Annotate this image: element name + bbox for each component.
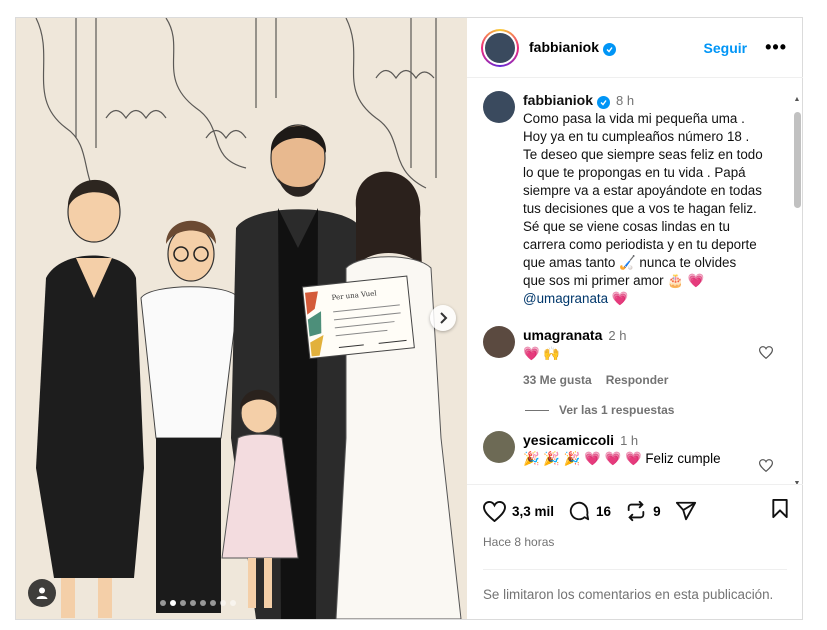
carousel-dot	[160, 600, 166, 606]
share-button[interactable]	[675, 500, 697, 522]
mention-link[interactable]: @umagranata	[523, 291, 608, 306]
post-time-ago[interactable]: Hace 8 horas	[483, 535, 789, 549]
heart-icon	[483, 500, 506, 522]
comments-scrollbar[interactable]: ▲ ▼	[793, 96, 801, 488]
comment-username[interactable]: umagranata	[523, 327, 602, 343]
likes-count[interactable]: 3,3 mil	[512, 504, 554, 519]
caption-line: lo que te propongas en tu vida . Papá	[523, 165, 746, 180]
more-options-button[interactable]: •••	[765, 37, 787, 58]
scroll-up-icon[interactable]: ▲	[793, 96, 801, 104]
heart-icon[interactable]	[759, 346, 773, 359]
caption-line: Como pasa la vida mi pequeña uma .	[523, 111, 745, 126]
family-illustration: Per una Vuel	[16, 18, 467, 619]
carousel-dot	[200, 600, 206, 606]
carousel-dot	[220, 600, 226, 606]
post-sidebar: fabbianiok Seguir ••• fabbianiok 8 h Como…	[467, 18, 803, 619]
header-username-wrap: fabbianiok	[529, 39, 617, 57]
bookmark-icon	[772, 498, 788, 519]
carousel-indicator	[160, 600, 236, 606]
avatar[interactable]	[483, 91, 515, 123]
avatar	[485, 32, 515, 63]
scrollbar-thumb[interactable]	[794, 112, 801, 208]
avatar[interactable]	[483, 326, 515, 358]
carousel-dot	[180, 600, 186, 606]
story-ring[interactable]	[481, 28, 519, 67]
replies-divider	[525, 409, 549, 411]
tagged-users-button[interactable]	[28, 579, 56, 607]
comment-username[interactable]: yesicamiccoli	[523, 432, 614, 448]
comment-likes[interactable]: 33 Me gusta	[523, 373, 592, 387]
reposts-count[interactable]: 9	[653, 504, 661, 519]
save-button[interactable]	[771, 498, 789, 524]
caption-time[interactable]: 8 h	[616, 93, 634, 108]
next-image-button[interactable]	[430, 305, 456, 331]
comment-item: yesicamiccoli 1 h 🎉 🎉 🎉 💗 💗 💗 Feliz cumpl…	[467, 431, 803, 472]
caption-line: Te deseo que siempre seas feliz en todo	[523, 147, 763, 162]
verified-badge-icon	[597, 96, 611, 109]
repost-button[interactable]: 9	[625, 500, 661, 522]
caption-username[interactable]: fabbianiok	[523, 92, 593, 108]
caption-line: carrera como periodista y en tu deporte	[523, 237, 757, 252]
caption-text: Como pasa la vida mi pequeña uma . Hoy ya…	[523, 110, 787, 290]
comment-icon	[569, 501, 590, 521]
caption-line: Sé que se viene cosas lindas en tu	[523, 219, 730, 234]
caption-body: fabbianiok 8 h Como pasa la vida mi peque…	[523, 91, 787, 308]
caption: fabbianiok 8 h Como pasa la vida mi peque…	[467, 79, 803, 308]
comment-text: 💗 🙌	[523, 346, 561, 361]
avatar[interactable]	[483, 431, 515, 463]
view-replies-label: Ver las 1 respuestas	[559, 403, 675, 417]
comment-body: umagranata 2 h 💗 🙌 33 Me gusta Responder	[523, 326, 753, 389]
chevron-right-icon	[440, 312, 448, 324]
reply-button[interactable]: Responder	[606, 373, 669, 387]
view-replies-button[interactable]: Ver las 1 respuestas	[467, 403, 803, 417]
comment-time[interactable]: 1 h	[620, 433, 638, 448]
repost-icon	[627, 500, 645, 522]
heart-icon[interactable]	[759, 459, 773, 472]
caption-line: que amas tanto 🏑 nunca te olvides	[523, 255, 737, 270]
carousel-dot	[230, 600, 236, 606]
carousel-dot	[170, 600, 176, 606]
send-icon	[675, 501, 696, 521]
action-bar: 3,3 mil 16 9 Hace 8 horas	[467, 484, 803, 549]
caption-line: tus decisiones que a vos te hagan feliz.	[523, 201, 757, 216]
comment-button[interactable]: 16	[568, 500, 611, 522]
instagram-post: Per una Vuel fabbianiok Seguir ••• fabbi…	[15, 17, 803, 620]
follow-button[interactable]: Seguir	[704, 40, 748, 56]
caption-line: que sos mi primer amor 🎂 💗	[523, 273, 705, 288]
like-button[interactable]: 3,3 mil	[483, 500, 554, 522]
carousel-dot	[210, 600, 216, 606]
comment-time[interactable]: 2 h	[608, 328, 626, 343]
caption-line: siempre va a estar apoyándote en todas	[523, 183, 762, 198]
carousel-dot	[190, 600, 196, 606]
caption-line: Hoy ya en tu cumpleaños número 18 .	[523, 129, 750, 144]
comment-item: umagranata 2 h 💗 🙌 33 Me gusta Responder	[467, 326, 803, 389]
header-username[interactable]: fabbianiok	[529, 39, 599, 55]
comments-count[interactable]: 16	[596, 504, 611, 519]
post-header: fabbianiok Seguir •••	[467, 18, 803, 78]
user-icon	[36, 587, 48, 599]
comment-body: yesicamiccoli 1 h 🎉 🎉 🎉 💗 💗 💗 Feliz cumpl…	[523, 431, 753, 468]
comments-limited-notice: Se limitaron los comentarios en esta pub…	[483, 569, 787, 602]
verified-badge-icon	[603, 42, 617, 56]
comments-section[interactable]: fabbianiok 8 h Como pasa la vida mi peque…	[467, 79, 803, 483]
comment-text: 🎉 🎉 🎉 💗 💗 💗 Feliz cumple	[523, 451, 721, 466]
post-image[interactable]: Per una Vuel	[16, 18, 467, 619]
mention-suffix: 💗	[608, 291, 629, 306]
